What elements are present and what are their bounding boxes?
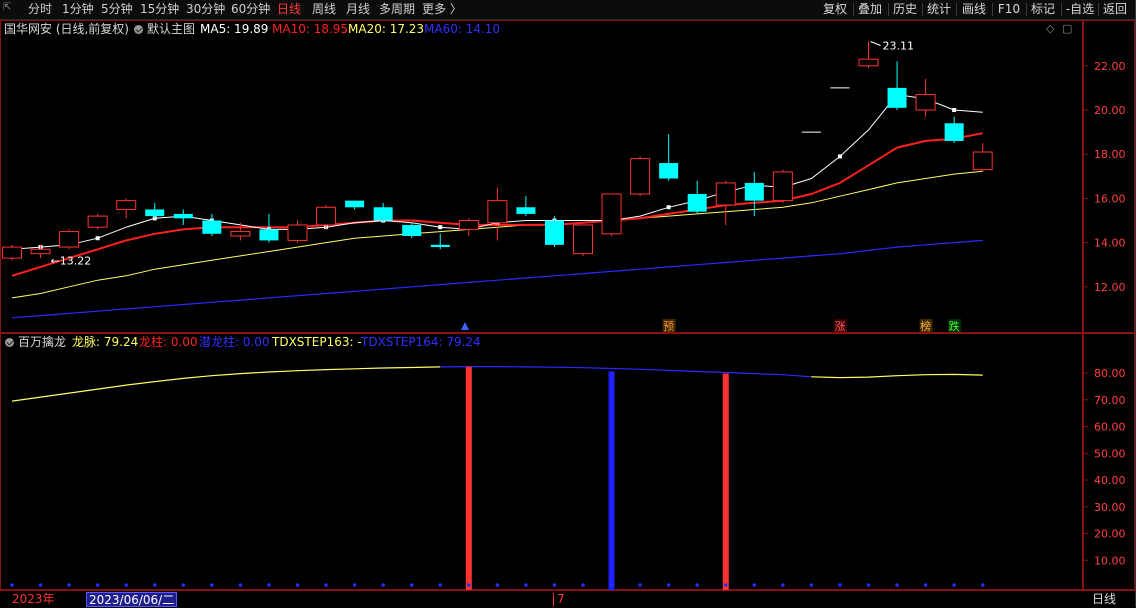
step164-value: TDXSTEP164: 79.24 (361, 335, 481, 349)
template-label[interactable]: 默认主图 (147, 21, 195, 37)
indicator-value-axis (1083, 333, 1135, 590)
toolbar-divider (1026, 3, 1027, 16)
period-tab-15min[interactable]: 15分钟 (140, 2, 179, 17)
period-tab-daily[interactable]: 日线 (277, 2, 301, 17)
toolbar-divider (853, 3, 854, 16)
period-tab-60min[interactable]: 60分钟 (231, 2, 270, 17)
period-tab-timeshare[interactable]: 分时 (28, 2, 52, 17)
year-label: 2023年 (12, 592, 55, 606)
remove-watchlist-button[interactable]: -自选 (1063, 1, 1097, 18)
mark-button[interactable]: 标记 (1028, 1, 1058, 18)
overlay-button[interactable]: 叠加 (855, 1, 885, 18)
toolbar-divider (992, 3, 993, 16)
toolbar-divider (888, 3, 889, 16)
toolbar-divider (922, 3, 923, 16)
window-icon[interactable]: ▢ (1062, 22, 1072, 35)
period-tab-30min[interactable]: 30分钟 (186, 2, 225, 17)
stock-title: 国华网安 (日线,前复权) (4, 22, 129, 36)
period-toolbar: ⇱ 分时 1分钟 5分钟 15分钟 30分钟 60分钟 日线 周线 月线 多周期… (0, 0, 1136, 20)
period-tab-weekly[interactable]: 周线 (312, 2, 336, 17)
indicator-name[interactable]: 百万擒龙 (18, 334, 66, 350)
diamond-icon[interactable]: ◇ (1046, 22, 1054, 35)
restore-rights-button[interactable]: 复权 (820, 1, 850, 18)
period-tab-monthly[interactable]: 月线 (346, 2, 370, 17)
qianlongzhu-value: 潜龙柱: 0.00 (199, 335, 270, 349)
longmai-value: 龙脉: 79.24 (72, 335, 139, 349)
longzhu-value: 龙柱: 0.00 (139, 335, 198, 349)
stock-chart-app: ⇱ 分时 1分钟 5分钟 15分钟 30分钟 60分钟 日线 周线 月线 多周期… (0, 0, 1136, 608)
period-tab-5min[interactable]: 5分钟 (101, 2, 133, 17)
history-button[interactable]: 历史 (890, 1, 920, 18)
main-chart-frame[interactable] (0, 20, 1083, 333)
step163-value: TDXSTEP163: - (272, 335, 362, 349)
draw-line-button[interactable]: 画线 (958, 1, 990, 18)
period-tab-multi[interactable]: 多周期 (379, 2, 415, 17)
period-label: 日线 (1092, 592, 1117, 606)
indicator-menu-icon[interactable] (5, 338, 14, 347)
month-divider (553, 593, 554, 606)
back-button[interactable]: 返回 (1100, 1, 1130, 18)
ma60-value: MA60: 14.10 (424, 22, 501, 36)
statistics-button[interactable]: 统计 (924, 1, 954, 18)
template-menu-icon[interactable] (134, 25, 143, 34)
ma5-value: MA5: 19.89 (200, 22, 269, 36)
cursor-date-label: 2023/06/06/二 (86, 592, 178, 607)
main-price-axis (1083, 20, 1135, 333)
menu-toggle-icon[interactable]: ⇱ (3, 2, 11, 13)
toolbar-divider (1061, 3, 1062, 16)
toolbar-divider (1098, 3, 1099, 16)
f10-button[interactable]: F10 (994, 1, 1024, 18)
indicator-chart-frame[interactable] (0, 333, 1083, 590)
month-label: 7 (557, 592, 565, 606)
date-axis-bar: 2023年 2023/06/06/二 7 日线 (0, 590, 1136, 608)
toolbar-divider (956, 3, 957, 16)
period-tab-1min[interactable]: 1分钟 (62, 2, 94, 17)
ma10-value: MA10: 18.95 (272, 22, 349, 36)
ma20-value: MA20: 17.23 (348, 22, 425, 36)
period-tab-more[interactable]: 更多 〉 (422, 2, 462, 17)
